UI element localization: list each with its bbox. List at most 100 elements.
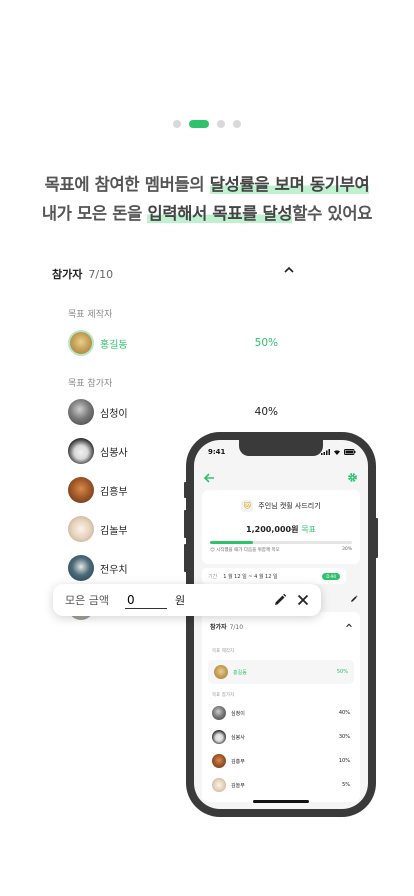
battery-icon (344, 449, 356, 455)
progress-percent: 30% (341, 547, 352, 552)
goal-card: 🐱 주인님 캣휠 사드리기 1,200,000원 목표 😊 시작했을 때가 다음… (202, 490, 360, 564)
member-name: 김흥부 (231, 758, 245, 765)
member-name: 김흥부 (100, 486, 128, 498)
phone-member-row: 김놀부 5% (212, 778, 350, 792)
goal-progress-fill (210, 541, 253, 544)
member-name: 심청이 (100, 408, 128, 420)
close-icon[interactable] (297, 594, 309, 606)
headline-highlight: 달성률을 보며 동기부여 (209, 175, 370, 194)
headline-line-1: 목표에 참여한 멤버들의 달성률을 보며 동기부여 (0, 170, 414, 199)
participants-title: 참가자 (52, 268, 83, 281)
page-indicator (0, 120, 414, 128)
member-percent: 30% (338, 734, 350, 740)
phone-notch (239, 440, 323, 456)
avatar (214, 665, 228, 679)
member-percent: 10% (338, 758, 350, 764)
page-dot-3[interactable] (217, 120, 225, 128)
goal-progress-bar (210, 541, 352, 544)
amount-input[interactable] (124, 591, 167, 609)
phone-side-button (375, 518, 378, 558)
wifi-icon (334, 450, 340, 455)
goal-emoji: 🐱 (241, 500, 254, 512)
member-name: 심봉사 (231, 734, 245, 741)
avatar (68, 399, 94, 425)
member-percent: 40% (338, 710, 350, 716)
phone-mockup: 9:41 🐱 주인님 캣휠 사드리기 1,200,000원 목표 😊 시작했을 … (184, 432, 378, 817)
phone-side-button (184, 510, 187, 538)
creator-section-label: 목표 제작자 (68, 310, 113, 320)
phone-member-row: 심청이 40% (212, 706, 350, 720)
participants-count: 7/10 (88, 267, 114, 281)
avatar (212, 754, 226, 768)
member-percent: 50% (336, 669, 348, 675)
goal-title: 주인님 캣휠 사드리기 (258, 502, 321, 510)
member-name: 심봉사 (100, 447, 128, 459)
page-dot-4[interactable] (233, 120, 241, 128)
member-percent: 5% (342, 782, 350, 788)
member-row: 심청이 40% (68, 399, 278, 425)
amount-input-card: 모은 금액 원 (53, 584, 321, 616)
phone-member-row: 김흥부 10% (212, 754, 350, 768)
onboarding-headline: 목표에 참여한 멤버들의 달성률을 보며 동기부여 내가 모은 돈을 입력해서 … (0, 170, 414, 228)
period-label: 기간 (208, 573, 218, 580)
period-dday-badge: D-90 (322, 572, 340, 580)
chevron-up-icon[interactable] (284, 266, 294, 274)
phone-member-row: 심봉사 30% (212, 730, 350, 744)
home-indicator (253, 800, 309, 803)
phone-member-label: 목표 참가자 (212, 693, 235, 698)
amount-label: 모은 금액 (65, 594, 109, 607)
status-icons (321, 449, 356, 455)
member-name: 홍길동 (100, 339, 128, 351)
phone-participants-panel: 참가자 7/10 목표 제작자 홍길동 50% 목표 참가자 심청이 40% 심봉… (202, 612, 360, 802)
headline-line-2: 내가 모은 돈을 입력해서 목표를 달성할수 있어요 (0, 199, 414, 228)
progress-caption-row: 😊 시작했을 때가 다음을 위함께 목모 30% (210, 547, 352, 553)
avatar (212, 730, 226, 744)
goal-amount: 1,200,000원 목표 (202, 524, 360, 535)
avatar (68, 477, 94, 503)
signal-icon (321, 449, 330, 455)
member-percent: 40% (254, 406, 278, 418)
page-dot-2-active[interactable] (189, 120, 209, 128)
pencil-icon[interactable] (273, 593, 287, 607)
back-arrow-icon[interactable] (203, 468, 215, 487)
goal-title-row: 🐱 주인님 캣휠 사드리기 (202, 500, 360, 512)
pencil-icon[interactable] (350, 588, 358, 607)
progress-caption: 😊 시작했을 때가 다음을 위함께 목모 (210, 548, 280, 553)
member-percent: 50% (254, 337, 278, 349)
period-dates: 1 월 12 일 ~ 4 월 12 일 (223, 573, 278, 580)
phone-screen: 9:41 🐱 주인님 캣휠 사드리기 1,200,000원 목표 😊 시작했을 … (194, 440, 368, 809)
member-name: 김놀부 (231, 782, 245, 789)
member-name: 김놀부 (100, 525, 128, 537)
headline-text: 목표에 참여한 멤버들의 (44, 175, 210, 194)
phone-side-button (184, 482, 187, 498)
app-bar (203, 468, 358, 487)
amount-actions (273, 593, 309, 607)
member-name: 심청이 (231, 710, 245, 717)
avatar (68, 555, 94, 581)
phone-participants-count: 7/10 (229, 624, 244, 631)
phone-participants-header[interactable]: 참가자 7/10 (210, 622, 352, 631)
goal-amount-suffix: 목표 (301, 525, 316, 534)
member-name: 홍길동 (233, 669, 247, 676)
phone-participants-title: 참가자 (210, 624, 227, 631)
phone-side-button (184, 544, 187, 572)
phone-creator-label: 목표 제작자 (212, 649, 235, 654)
goal-amount-value: 1,200,000원 (246, 525, 299, 534)
avatar (68, 330, 94, 356)
participants-header[interactable]: 참가자 7/10 (52, 266, 296, 282)
headline-highlight: 입력해서 목표를 달성 (147, 204, 293, 223)
headline-text: 할수 있어요 (292, 204, 373, 223)
member-name: 전우치 (100, 564, 128, 576)
avatar (68, 438, 94, 464)
chevron-up-icon[interactable] (346, 623, 352, 630)
avatar (212, 778, 226, 792)
status-time: 9:41 (208, 448, 226, 456)
member-section-label: 목표 참가자 (68, 379, 113, 389)
avatar (212, 706, 226, 720)
amount-unit: 원 (174, 594, 186, 607)
avatar (68, 516, 94, 542)
goal-period: 기간 1 월 12 일 ~ 4 월 12 일 D-90 (202, 568, 346, 584)
page-dot-1[interactable] (173, 120, 181, 128)
phone-creator-row: 홍길동 50% (208, 660, 354, 684)
gear-icon[interactable] (347, 468, 358, 487)
